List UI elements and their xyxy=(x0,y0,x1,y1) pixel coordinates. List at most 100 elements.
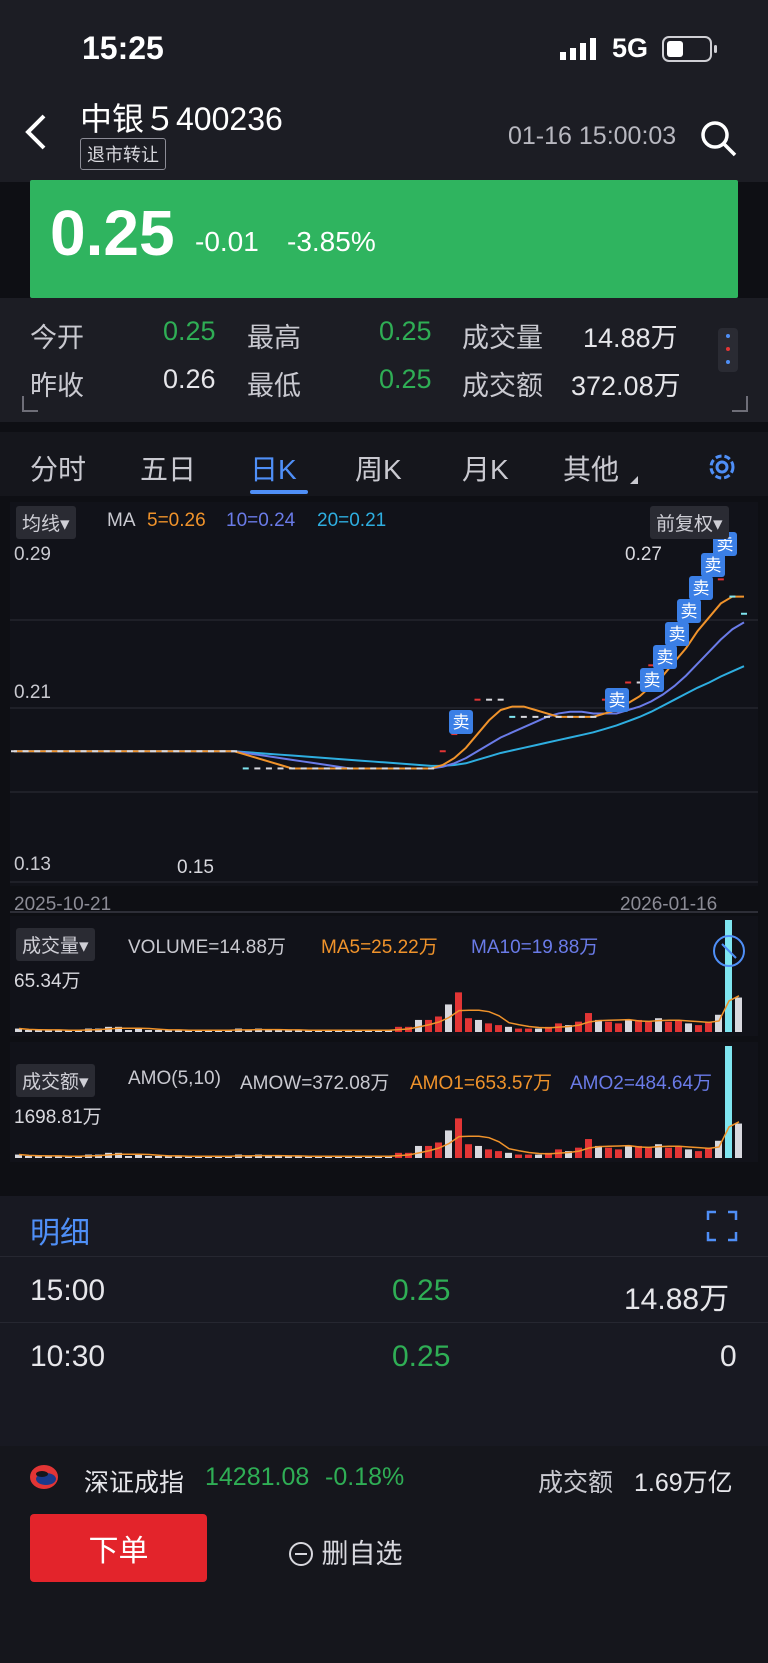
ma-dropdown[interactable]: 均线▾ xyxy=(16,506,76,539)
volume-bar xyxy=(575,1147,582,1158)
candle xyxy=(92,750,99,753)
amount-value: 372.08万 xyxy=(571,371,681,401)
sell-tag[interactable]: 卖 xyxy=(653,645,677,669)
volume-bar xyxy=(505,1152,512,1158)
ma-dropdown-label: 均线 xyxy=(22,514,61,535)
candle xyxy=(509,715,516,718)
sell-tag[interactable]: 卖 xyxy=(677,599,701,623)
candle xyxy=(184,750,191,753)
candle xyxy=(34,750,41,753)
svg-text:卖: 卖 xyxy=(681,602,698,622)
candle xyxy=(625,681,632,684)
price-change-pct: -3.85% xyxy=(287,226,376,257)
prev-close-label: 昨收 xyxy=(30,371,84,401)
candle xyxy=(45,750,52,753)
row-time: 10:30 xyxy=(30,1340,106,1373)
svg-text:卖: 卖 xyxy=(609,691,626,711)
back-icon[interactable] xyxy=(22,112,52,152)
low-label: 最低 xyxy=(247,371,301,401)
row-volume: 14.88万 xyxy=(624,1283,730,1316)
more-icon[interactable] xyxy=(718,328,738,372)
volume-bar xyxy=(145,1156,152,1158)
volume-bar xyxy=(665,1147,672,1158)
amount-amo2: AMO2=484.64万 xyxy=(570,1073,713,1094)
min-price-label: 0.15 xyxy=(177,857,214,878)
sell-tag[interactable]: 卖 xyxy=(701,553,725,577)
volume-bar xyxy=(145,1030,152,1032)
tab-other[interactable]: 其他 xyxy=(563,448,619,488)
candle xyxy=(103,750,110,753)
minus-circle-icon xyxy=(289,1542,313,1566)
candle xyxy=(567,715,574,718)
volume-bar xyxy=(535,1028,542,1032)
candle xyxy=(22,750,29,753)
volume-bar xyxy=(625,1145,632,1158)
remove-favorite-button[interactable]: 删自选 xyxy=(288,1532,403,1571)
sell-tag[interactable]: 卖 xyxy=(449,710,473,734)
candle xyxy=(254,767,261,770)
volume-bar xyxy=(135,1154,142,1158)
tab-daily-k[interactable]: 日K xyxy=(250,448,297,488)
quote-datetime: 01-16 15:00:03 xyxy=(508,122,677,150)
expand-icon[interactable] xyxy=(706,1210,738,1242)
fullscreen-icon[interactable] xyxy=(712,934,746,968)
amount-max: 1698.81万 xyxy=(14,1107,102,1128)
volume-text: VOLUME=14.88万 xyxy=(128,937,286,958)
last-price: 0.25 xyxy=(50,197,175,269)
candle xyxy=(68,750,75,753)
detail-title[interactable]: 明细 xyxy=(30,1208,90,1252)
candle xyxy=(312,767,319,770)
svg-text:卖: 卖 xyxy=(669,625,686,645)
candle xyxy=(358,767,365,770)
ma5-value: 5=0.26 xyxy=(147,510,206,531)
svg-text:卖: 卖 xyxy=(693,579,710,599)
date-end: 2026-01-16 xyxy=(620,894,718,915)
amount-dropdown[interactable]: 成交额▾ xyxy=(16,1064,95,1097)
kline-chart[interactable]: 卖卖卖卖卖卖卖卖卖 xyxy=(0,500,768,1200)
expand-corner-right xyxy=(732,396,748,412)
gear-icon[interactable] xyxy=(704,449,740,485)
tab-five-day[interactable]: 五日 xyxy=(140,448,196,488)
sell-tag[interactable]: 卖 xyxy=(665,622,689,646)
tab-monthly-k[interactable]: 月K xyxy=(462,448,509,488)
y-axis-mid: 0.21 xyxy=(14,682,51,703)
y-axis-bottom: 0.13 xyxy=(14,854,51,875)
volume-dropdown-label: 成交量 xyxy=(22,936,80,957)
volume-dropdown[interactable]: 成交量▾ xyxy=(16,928,95,961)
index-name[interactable]: 深证成指 xyxy=(84,1463,184,1499)
candle xyxy=(741,612,747,615)
candle xyxy=(161,750,168,753)
candle xyxy=(578,715,585,718)
tab-intraday[interactable]: 分时 xyxy=(30,448,86,488)
candle xyxy=(555,715,562,718)
search-icon[interactable] xyxy=(698,118,738,158)
volume-bar xyxy=(525,1028,532,1032)
candle xyxy=(416,767,423,770)
amount-background xyxy=(10,1042,758,1162)
volume-bar xyxy=(615,1023,622,1032)
candle xyxy=(404,767,411,770)
volume-bar xyxy=(495,1025,502,1032)
volume-bar xyxy=(685,1149,692,1158)
volume-bar xyxy=(485,1149,492,1158)
tab-weekly-k[interactable]: 周K xyxy=(355,448,402,488)
volume-bar xyxy=(25,1156,32,1158)
candle xyxy=(335,767,342,770)
sell-tag[interactable]: 卖 xyxy=(605,688,629,712)
order-button[interactable]: 下单 xyxy=(30,1514,207,1582)
ma10-value: 10=0.24 xyxy=(226,510,296,531)
volume-bar xyxy=(485,1023,492,1032)
amount-amow: AMOW=372.08万 xyxy=(240,1073,390,1094)
open-label: 今开 xyxy=(30,323,84,353)
candle xyxy=(265,767,272,770)
sell-tag[interactable]: 卖 xyxy=(640,668,664,692)
volume-bar xyxy=(155,1156,162,1158)
candle xyxy=(428,767,435,770)
volume-bar xyxy=(695,1025,702,1032)
table-row xyxy=(0,1322,768,1389)
volume-bar xyxy=(465,1144,472,1158)
adjust-dropdown[interactable]: 前复权▾ xyxy=(650,506,729,539)
volume-bar xyxy=(155,1030,162,1032)
sell-tag[interactable]: 卖 xyxy=(689,576,713,600)
svg-text:卖: 卖 xyxy=(453,713,470,733)
